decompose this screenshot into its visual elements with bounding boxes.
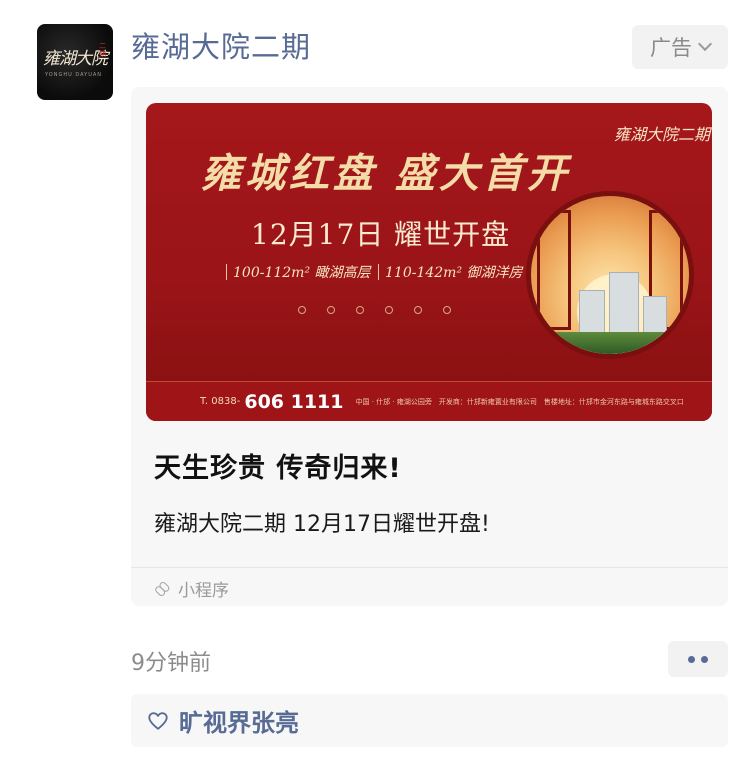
like-user-name[interactable]: 旷视界张亮 [179, 703, 299, 738]
avatar-logo-text: 雍湖大院 [43, 49, 108, 69]
spec-divider [378, 264, 379, 280]
card-divider [131, 567, 728, 568]
account-avatar[interactable]: 雍湖大院 二期 YONGHU DAYUAN [37, 24, 113, 100]
banner-spec-right: 110-142m² 御湖洋房 [378, 261, 523, 283]
chevron-down-icon [697, 36, 713, 52]
post-timestamp: 9分钟前 [131, 651, 211, 676]
more-button[interactable] [668, 641, 728, 677]
banner-spec-right-text: 110-142m² 御湖洋房 [385, 265, 523, 281]
ad-description[interactable]: 雍湖大院二期 12月17日耀世开盘! [154, 506, 490, 538]
feature-icon [385, 306, 393, 314]
spec-divider [226, 264, 227, 280]
banner-moon-window [526, 191, 694, 359]
ad-label: 广告 [650, 36, 692, 60]
phone-number: 606 1111 [244, 390, 344, 413]
phone-label: T. 0838- [200, 396, 241, 407]
banner-brand: 雍湖大院二期 [614, 125, 711, 144]
banner-slogan: 雍城红盘 盛大首开 [201, 150, 571, 197]
account-name[interactable]: 雍湖大院二期 [131, 24, 311, 66]
banner-feature-icons [298, 306, 451, 314]
banner-spec-left-text: 100-112m² 瞰湖高层 [233, 265, 371, 281]
likes-section: 旷视界张亮 [131, 694, 728, 747]
feature-icon [327, 306, 335, 314]
ad-banner-image[interactable]: 雍湖大院二期 雍城红盘 盛大首开 12月17日 耀世开盘 100-112m² 瞰… [146, 103, 712, 421]
banner-date-line: 12月17日 耀世开盘 [251, 218, 511, 251]
heart-icon [148, 711, 168, 730]
feature-icon [414, 306, 422, 314]
feature-icon [298, 306, 306, 314]
trees [531, 332, 689, 354]
link-icon [153, 579, 173, 599]
avatar-logo-sub: YONGHU DAYUAN [45, 72, 103, 78]
banner-spec-left: 100-112m² 瞰湖高层 [226, 261, 371, 283]
mini-program-label: 小程序 [178, 581, 229, 601]
ad-tag-button[interactable]: 广告 [632, 25, 728, 69]
banner-footer-info: 中国 · 什邡 · 雍湖公园旁 开发商：什邡新雍置业有限公司 售楼地址：什邡市金… [355, 397, 684, 406]
feature-icon [443, 306, 451, 314]
more-icon-dot [688, 655, 695, 663]
more-icon-dot [701, 655, 708, 663]
feature-icon [356, 306, 364, 314]
banner-footer: T. 0838- 606 1111 中国 · 什邡 · 雍湖公园旁 开发商：什邡… [146, 381, 712, 421]
lattice-left [537, 210, 571, 330]
avatar-logo-side: 二期 [99, 42, 106, 58]
ad-headline[interactable]: 天生珍贵 传奇归来! [154, 446, 402, 485]
mini-program-link[interactable]: 小程序 [153, 576, 229, 601]
